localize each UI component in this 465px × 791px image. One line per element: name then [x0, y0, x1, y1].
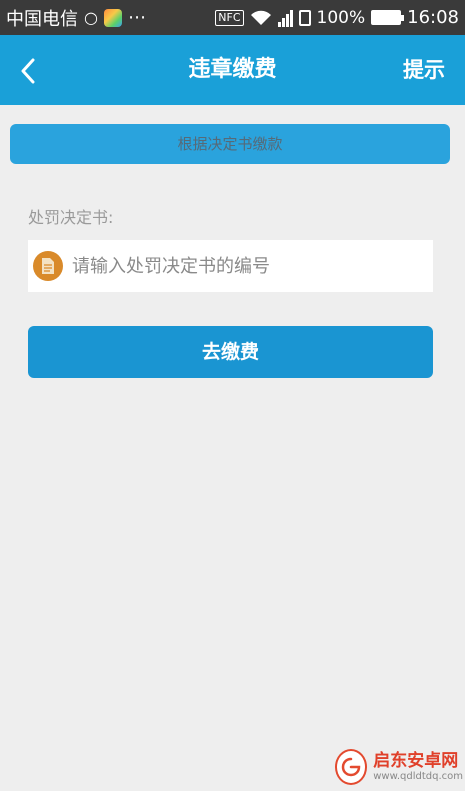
weibo-icon: ○ — [84, 8, 98, 27]
tip-button[interactable]: 提示 — [403, 35, 445, 105]
decision-number-input[interactable] — [72, 246, 433, 286]
status-bar: 中国电信 ○ ⋯ NFC 100% 16:08 — [0, 0, 465, 35]
decision-field-label: 处罚决定书: — [28, 208, 114, 227]
pay-by-decision-tab[interactable]: 根据决定书缴款 — [10, 124, 450, 164]
watermark-title: 启东安卓网 — [373, 751, 459, 772]
decision-number-field[interactable] — [28, 240, 433, 292]
back-chevron-icon — [21, 58, 35, 84]
more-dots-icon: ⋯ — [127, 6, 146, 28]
app-icon — [103, 8, 122, 27]
battery-icon — [371, 10, 405, 25]
page-title: 违章缴费 — [188, 57, 277, 82]
go-pay-button[interactable]: 去缴费 — [28, 326, 433, 378]
signal-icon — [277, 9, 293, 27]
nfc-icon: NFC — [215, 9, 244, 26]
sim-icon — [298, 9, 311, 26]
app-header: 违章缴费 提示 — [0, 35, 465, 105]
back-button[interactable] — [6, 49, 50, 93]
carrier-name: 中国电信 — [6, 8, 78, 30]
watermark-logo-icon — [335, 749, 368, 785]
status-right-group: NFC 100% 16:08 — [215, 7, 459, 28]
document-icon — [33, 251, 63, 281]
clock: 16:08 — [407, 7, 459, 28]
watermark-text: 启东安卓网 www.qdldtdq.com — [373, 752, 463, 782]
wifi-icon — [250, 10, 272, 26]
site-watermark: 启东安卓网 www.qdldtdq.com — [335, 745, 463, 789]
watermark-url: www.qdldtdq.com — [373, 770, 463, 782]
battery-level: 100% — [316, 7, 366, 28]
status-left-group: 中国电信 ○ ⋯ — [6, 5, 146, 31]
